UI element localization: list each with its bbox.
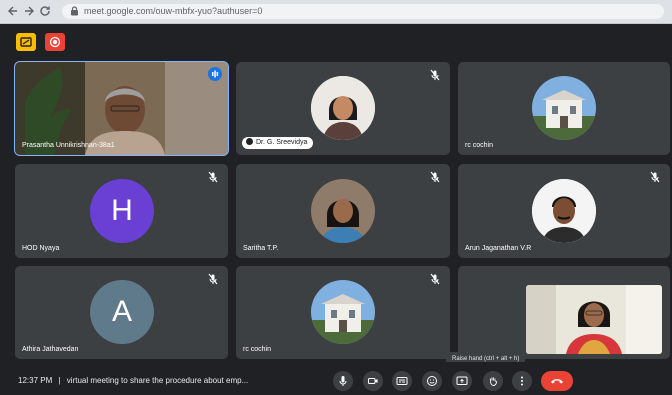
avatar: H [90, 179, 154, 243]
separator: | [58, 376, 61, 385]
end-call-button[interactable] [541, 371, 573, 391]
raise-hand-button[interactable] [483, 371, 503, 391]
camera-icon [368, 378, 378, 384]
participant-tile-rc-cochin[interactable]: rc cochin [458, 62, 670, 155]
recording-icon[interactable] [45, 33, 65, 51]
pin-icon [246, 138, 253, 145]
participant-name: rc cochin [465, 142, 494, 149]
reload-icon[interactable] [38, 4, 52, 18]
meeting-title: virtual meeting to share the procedure a… [66, 376, 249, 385]
hang-up-icon [551, 379, 563, 384]
participant-name: rc cochin [243, 346, 272, 353]
participant-name: Athira Jathavedan [22, 346, 79, 353]
participant-tile-athira[interactable]: A Athira Jathavedan [15, 266, 228, 359]
participant-tile-prasantha[interactable]: Prasantha Unnikrishnan-38a1 [14, 61, 229, 156]
mic-off-icon [429, 170, 441, 183]
participant-tile-saritha[interactable]: Saritha T.P. [236, 164, 450, 258]
avatar [311, 179, 375, 243]
present-button[interactable] [452, 371, 472, 391]
address-bar[interactable]: meet.google.com/ouw-mbfx-yuo?authuser=0 [62, 4, 664, 19]
participant-tile-sreevidya[interactable]: Dr. G. Sreevidya [236, 62, 450, 155]
participant-name: Dr. G. Sreevidya [256, 139, 308, 146]
present-icon [456, 376, 468, 385]
participant-name: Prasantha Unnikrishnan-38a1 [22, 142, 115, 149]
meeting-controls-bar: 12:37 PM | virtual meeting to share the … [0, 362, 672, 395]
emoji-icon [427, 376, 437, 386]
arrow-right-icon[interactable] [22, 4, 36, 18]
camera-button[interactable] [363, 371, 383, 391]
lock-icon [70, 6, 79, 18]
arrow-left-icon[interactable] [6, 4, 20, 18]
participant-tile-rc-cochin-2[interactable]: rc cochin [236, 266, 450, 359]
microphone-icon [339, 376, 347, 386]
speaking-indicator-icon [208, 67, 222, 81]
avatar [532, 76, 596, 140]
present-now-icon[interactable] [16, 33, 36, 51]
mic-off-icon [649, 170, 661, 183]
self-view-video[interactable] [526, 285, 662, 354]
participant-name: Saritha T.P. [243, 245, 279, 252]
mic-off-icon [429, 68, 441, 81]
url-text: meet.google.com/ouw-mbfx-yuo?authuser=0 [84, 6, 263, 16]
avatar [311, 280, 375, 344]
emoji-button[interactable] [422, 371, 442, 391]
hand-icon [490, 377, 497, 386]
captions-button[interactable] [392, 371, 412, 391]
avatar [532, 179, 596, 243]
avatar [311, 76, 375, 140]
browser-toolbar: meet.google.com/ouw-mbfx-yuo?authuser=0 [0, 0, 672, 24]
participant-name: HOD Nyaya [22, 245, 60, 252]
meeting-info: 12:37 PM | virtual meeting to share the … [18, 376, 248, 385]
more-options-button[interactable] [512, 371, 532, 391]
microphone-button[interactable] [333, 371, 353, 391]
avatar: A [90, 280, 154, 344]
captions-icon [396, 377, 408, 385]
meeting-time: 12:37 PM [18, 376, 53, 385]
participant-name: Arun Jaganathan V.R [465, 245, 532, 252]
more-vert-icon [521, 376, 523, 386]
mic-off-icon [429, 272, 441, 285]
participant-tile-hod-nyaya[interactable]: H HOD Nyaya [15, 164, 228, 258]
mic-off-icon [207, 170, 219, 183]
participant-tile-arun[interactable]: Arun Jaganathan V.R [458, 164, 670, 258]
meet-top-bar [0, 24, 672, 60]
mic-off-icon [207, 272, 219, 285]
participant-name-chip: Dr. G. Sreevidya [242, 137, 314, 149]
